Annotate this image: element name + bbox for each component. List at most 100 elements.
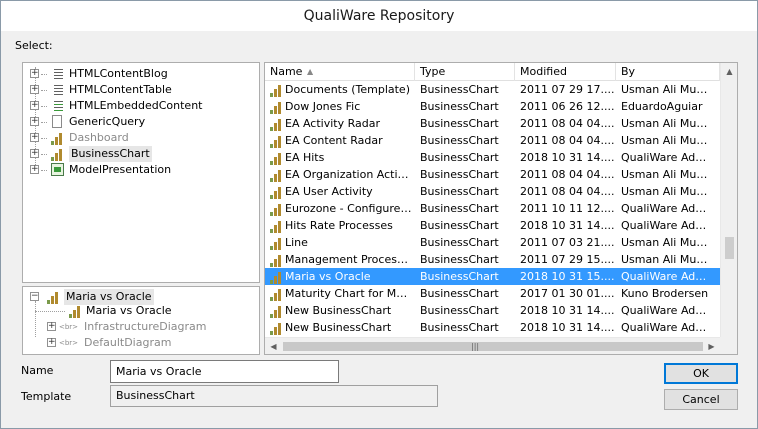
expand-icon[interactable]: +: [30, 149, 39, 158]
item-author: Usman Ali Muna...: [621, 117, 713, 130]
item-name: Maturity Chart for Mark...: [285, 287, 413, 300]
item-type: BusinessChart: [420, 270, 499, 283]
select-label: Select:: [15, 39, 53, 52]
chart-icon: [268, 117, 284, 131]
scroll-right-icon[interactable]: ▶: [703, 338, 720, 354]
tree-child-label: Maria vs Oracle: [86, 304, 172, 317]
template-field: BusinessChart: [110, 385, 438, 407]
item-modified: 2018 10 31 14....: [520, 219, 615, 232]
tree-item-label: InfrastructureDiagram: [84, 320, 207, 333]
expand-icon[interactable]: +: [47, 338, 56, 347]
tree-item-default[interactable]: + <br> DefaultDiagram: [27, 335, 257, 351]
object-list[interactable]: Name ▲ Type Modified By Documents (Templ…: [264, 62, 738, 355]
chart-icon: [45, 290, 61, 304]
item-modified: 2017 01 30 01....: [520, 287, 615, 300]
item-author: QualiWare Admi...: [621, 270, 713, 283]
list-item[interactable]: Documents (Template) BusinessChart 2011 07…: [265, 81, 720, 98]
item-modified: 2018 10 31 15....: [520, 270, 615, 283]
list-item[interactable]: EA Activity Radar BusinessChart 2011 08 04…: [265, 115, 720, 132]
list-item[interactable]: EA Organization Activity BusinessChart 201…: [265, 166, 720, 183]
item-type: BusinessChart: [420, 219, 499, 232]
item-author: Usman Ali Muna...: [621, 134, 713, 147]
list-item[interactable]: New BusinessChart BusinessChart 2018 10 31…: [265, 319, 720, 336]
list-item[interactable]: Hits Rate Processes BusinessChart 2018 10 …: [265, 217, 720, 234]
tree-item-modelpresentation[interactable]: + ModelPresentation: [27, 162, 257, 178]
item-name: Line: [285, 236, 308, 249]
tree-item-htmlcontentblog[interactable]: + HTMLContentBlog: [27, 66, 257, 82]
scroll-thumb[interactable]: [725, 237, 734, 259]
list-item[interactable]: EA Hits BusinessChart 2018 10 31 14.... Qua…: [265, 149, 720, 166]
chart-icon: [268, 253, 284, 267]
horizontal-scrollbar[interactable]: ◀ ||| ▶: [265, 337, 720, 354]
item-type: BusinessChart: [420, 168, 499, 181]
chart-icon: [268, 219, 284, 233]
column-header-modified[interactable]: Modified: [515, 63, 616, 81]
item-name: EA Hits: [285, 151, 325, 164]
list-item[interactable]: Maturity Chart for Mark... BusinessChart 2…: [265, 285, 720, 302]
html-embed-icon: [49, 99, 65, 113]
object-structure-tree[interactable]: − Maria vs Oracle Maria vs Oracle + <br>…: [22, 286, 260, 355]
list-item[interactable]: Line BusinessChart 2011 07 03 21.... Usman …: [265, 234, 720, 251]
tree-child-row[interactable]: Maria vs Oracle: [27, 303, 257, 319]
item-author: QualiWare Admi...: [621, 151, 713, 164]
list-item[interactable]: EA Content Radar BusinessChart 2011 08 04 …: [265, 132, 720, 149]
item-name: Dow Jones Fic: [285, 100, 361, 113]
column-header-name[interactable]: Name ▲: [265, 63, 415, 81]
chart-icon: [268, 321, 284, 335]
list-item[interactable]: Eurozone - Configured ... BusinessChart 20…: [265, 200, 720, 217]
expand-icon[interactable]: +: [30, 85, 39, 94]
html-table-icon: [49, 83, 65, 97]
item-type: BusinessChart: [420, 117, 499, 130]
expand-icon[interactable]: +: [30, 117, 39, 126]
item-type: BusinessChart: [420, 185, 499, 198]
item-author: QualiWare Admi...: [621, 304, 713, 317]
tree-item-label: BusinessChart: [69, 146, 152, 162]
list-item[interactable]: New BusinessChart BusinessChart 2018 10 31…: [265, 302, 720, 319]
collapse-icon[interactable]: −: [30, 292, 39, 301]
tree-item-htmlcontenttable[interactable]: + HTMLContentTable: [27, 82, 257, 98]
list-item[interactable]: Dow Jones Fic BusinessChart 2011 06 26 12.…: [265, 98, 720, 115]
item-modified: 2018 10 31 14....: [520, 304, 615, 317]
item-type: BusinessChart: [420, 83, 499, 96]
item-name: New BusinessChart: [285, 321, 392, 334]
chart-icon: [268, 202, 284, 216]
item-author: QualiWare Admi...: [621, 202, 713, 215]
expand-icon[interactable]: +: [30, 101, 39, 110]
item-author: Usman Ali Muna...: [621, 83, 713, 96]
expand-icon[interactable]: +: [30, 165, 39, 174]
tree-item-businesschart[interactable]: + BusinessChart: [27, 146, 257, 162]
name-field[interactable]: Maria vs Oracle: [110, 360, 339, 383]
expand-icon[interactable]: +: [30, 69, 39, 78]
tree-item-infrastructure[interactable]: + <br> InfrastructureDiagram: [27, 319, 257, 335]
item-modified: 2018 10 31 14....: [520, 151, 615, 164]
scroll-thumb[interactable]: [283, 342, 703, 351]
expand-icon[interactable]: +: [47, 322, 56, 331]
chart-icon: [268, 83, 284, 97]
tree-item-dashboard[interactable]: + Dashboard: [27, 130, 257, 146]
item-name: Hits Rate Processes: [285, 219, 393, 232]
vertical-scrollbar[interactable]: ▲ ▼: [720, 63, 737, 352]
item-type: BusinessChart: [420, 321, 499, 334]
scroll-left-icon[interactable]: ◀: [265, 338, 282, 354]
tree-item-htmlembeddedcontent[interactable]: + HTMLEmbeddedContent: [27, 98, 257, 114]
item-name: Maria vs Oracle: [285, 270, 371, 283]
ok-button[interactable]: OK: [664, 363, 738, 384]
tree-item-genericquery[interactable]: + GenericQuery: [27, 114, 257, 130]
object-type-tree[interactable]: + HTMLContentBlog + HTMLContentTable + HTMLEm…: [22, 62, 260, 283]
cancel-button[interactable]: Cancel: [664, 389, 738, 410]
column-header-type[interactable]: Type: [415, 63, 515, 81]
list-header: Name ▲ Type Modified By: [265, 63, 720, 81]
scroll-up-icon[interactable]: ▲: [721, 63, 737, 80]
list-item[interactable]: Management Processes BusinessChart 2011 07…: [265, 251, 720, 268]
item-author: Usman Ali Muna...: [621, 168, 713, 181]
expand-icon[interactable]: +: [30, 133, 39, 142]
list-item[interactable]: EA User Activity BusinessChart 2011 08 04 …: [265, 183, 720, 200]
item-name: New BusinessChart: [285, 304, 392, 317]
tree-item-label: DefaultDiagram: [84, 336, 172, 349]
item-modified: 2011 08 04 04....: [520, 117, 615, 130]
item-type: BusinessChart: [420, 134, 499, 147]
list-item[interactable]: Maria vs Oracle BusinessChart 2018 10 31 1…: [265, 268, 720, 285]
column-header-by[interactable]: By: [616, 63, 720, 81]
tree-item-label: GenericQuery: [69, 115, 146, 128]
item-modified: 2011 07 03 21....: [520, 236, 615, 249]
